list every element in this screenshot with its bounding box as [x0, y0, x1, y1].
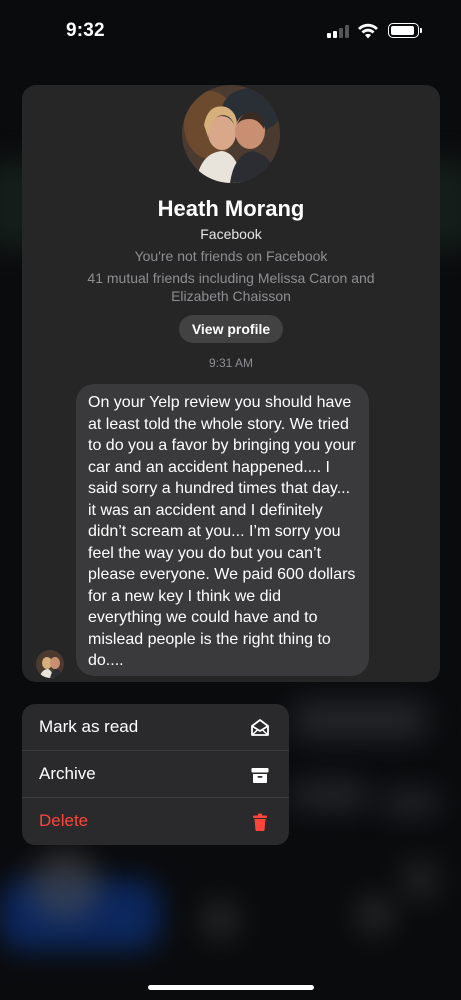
cellular-signal-icon [327, 25, 349, 38]
status-bar: 9:32 [0, 0, 461, 60]
trash-icon [253, 813, 267, 831]
message-bubble: On your Yelp review you should have at l… [76, 384, 369, 676]
conversation-preview-card: Heath Morang Facebook You're not friends… [22, 85, 440, 682]
background-blur [400, 860, 440, 900]
background-blur [290, 780, 370, 810]
friend-status: You're not friends on Facebook [134, 248, 328, 264]
message-timestamp: 9:31 AM [208, 356, 254, 370]
background-blur [290, 700, 430, 740]
menu-item-label: Delete [39, 811, 89, 830]
mark-as-read-menu-item[interactable]: Mark as read [22, 704, 289, 751]
mutual-friends: 41 mutual friends including Melissa Caro… [87, 270, 375, 304]
archive-box-icon [251, 768, 269, 783]
background-blur [380, 790, 440, 815]
archive-menu-item[interactable]: Archive [22, 751, 289, 798]
sender-avatar [36, 650, 64, 678]
home-indicator[interactable] [148, 985, 314, 990]
envelope-open-icon [251, 719, 269, 736]
context-menu: Mark as read Archive Delete [22, 704, 289, 845]
delete-menu-item[interactable]: Delete [22, 798, 289, 845]
wifi-icon [358, 23, 378, 39]
menu-item-label: Archive [39, 764, 96, 783]
view-profile-button[interactable]: View profile [179, 315, 283, 343]
profile-name: Heath Morang [157, 196, 305, 221]
background-blur [30, 850, 100, 920]
menu-item-label: Mark as read [39, 717, 139, 736]
battery-icon [388, 23, 422, 38]
profile-avatar[interactable] [182, 85, 280, 183]
background-blur [200, 900, 240, 940]
profile-platform: Facebook [200, 226, 262, 242]
status-time: 9:32 [66, 20, 105, 41]
background-blur [355, 895, 395, 935]
